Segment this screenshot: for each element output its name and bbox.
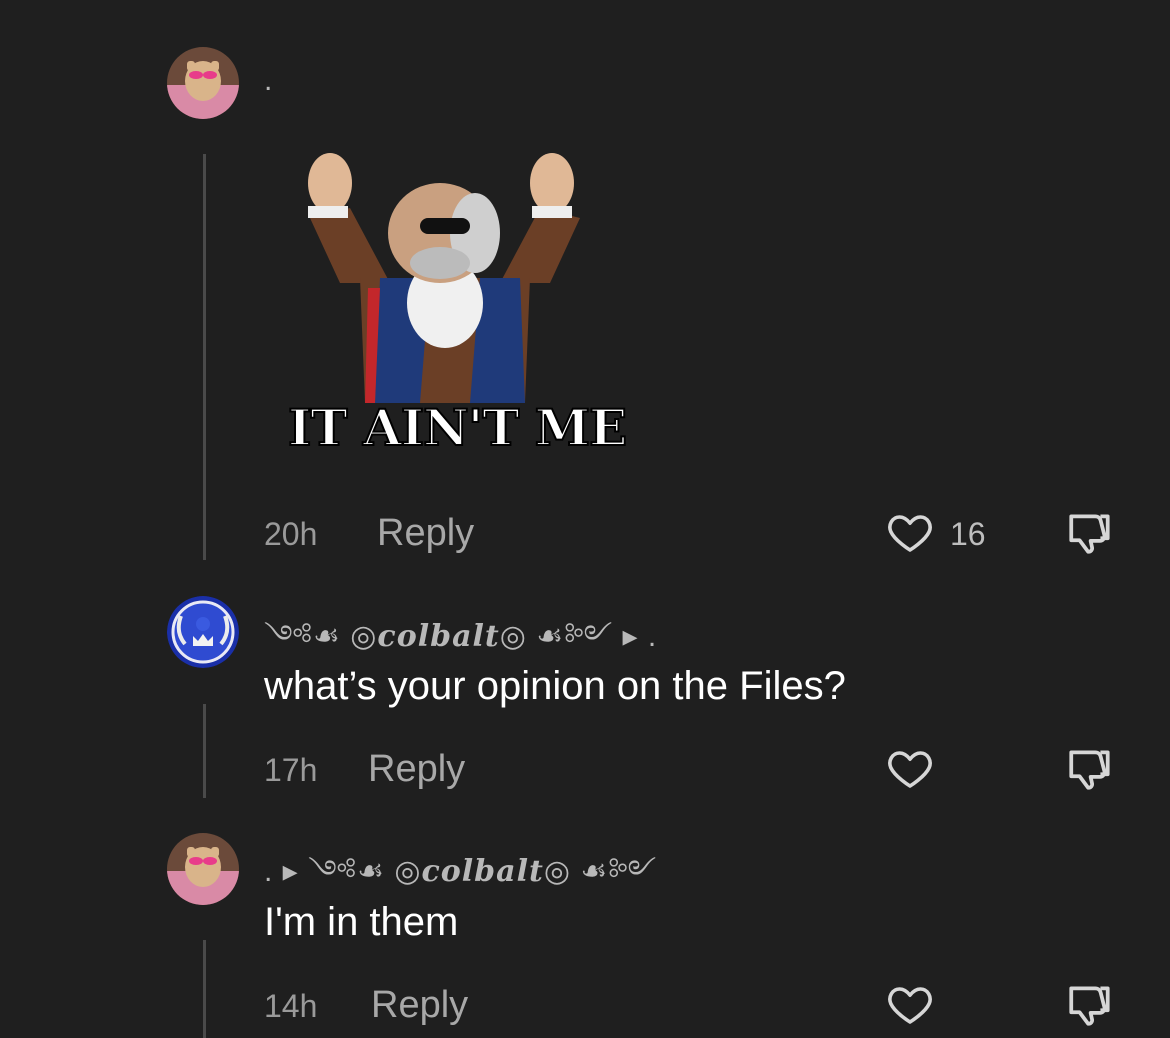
username-suffix: ☙༻ ▸ . [536, 620, 658, 653]
timestamp: 17h [264, 752, 318, 788]
username-suffix: ☙༻ [580, 855, 658, 888]
heart-icon [888, 987, 932, 1024]
thread-line [203, 940, 206, 1038]
reply-button[interactable]: Reply [368, 748, 465, 791]
like-button[interactable] [885, 508, 935, 556]
comment-text: what’s your opinion on the Files? [264, 664, 846, 708]
username-handle: ◎colbalt◎ [350, 619, 527, 654]
thumbs-down-icon [1069, 986, 1110, 1026]
heart-icon [888, 751, 932, 788]
reply-button[interactable]: Reply [377, 512, 474, 555]
timestamp: 14h [264, 988, 318, 1024]
like-count: 16 [950, 516, 986, 552]
thread-line [203, 154, 206, 560]
like-button[interactable] [885, 980, 935, 1028]
username[interactable]: . [264, 64, 273, 98]
username-handle: ◎colbalt◎ [394, 854, 572, 889]
comment-text: I'm in them [264, 900, 459, 944]
username-prefix: ༺☙ [264, 620, 341, 653]
like-button[interactable] [885, 744, 935, 792]
thumbs-down-icon [1069, 750, 1110, 790]
dislike-button[interactable] [1064, 980, 1116, 1030]
sticker-caption: IT AIN'T ME [287, 397, 628, 458]
username-prefix: . ▸ ༺☙ [264, 855, 385, 888]
reply-button[interactable]: Reply [371, 984, 468, 1027]
timestamp: 20h [264, 516, 318, 552]
avatar[interactable] [167, 47, 239, 119]
dislike-button[interactable] [1064, 508, 1116, 558]
thread-line [203, 704, 206, 798]
heart-icon [888, 515, 932, 552]
avatar[interactable] [167, 596, 239, 668]
dislike-button[interactable] [1064, 744, 1116, 794]
avatar[interactable] [167, 833, 239, 905]
thumbs-down-icon [1069, 514, 1110, 554]
